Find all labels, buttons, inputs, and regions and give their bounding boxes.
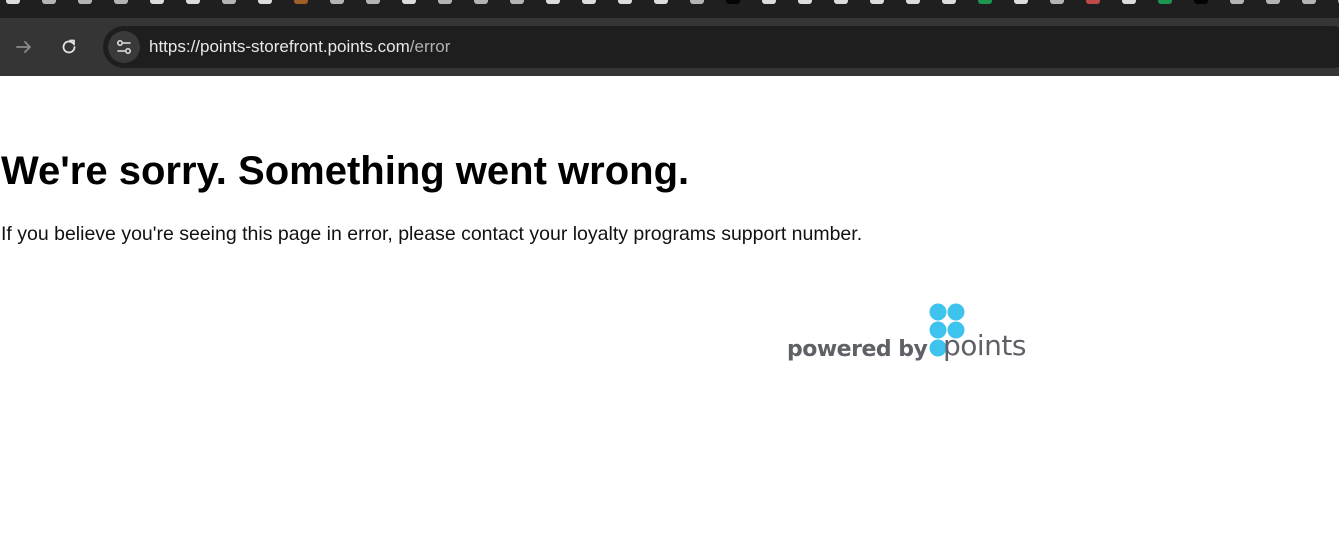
tab-favicon[interactable]	[330, 0, 344, 4]
tab-favicon[interactable]	[942, 0, 956, 4]
tab-favicon[interactable]	[402, 0, 416, 4]
url-host: https://points-storefront.points.com	[149, 37, 410, 56]
tab-favicon[interactable]	[42, 0, 56, 4]
tab-favicon[interactable]	[114, 0, 128, 4]
tab-favicon[interactable]	[1194, 0, 1208, 4]
error-heading: We're sorry. Something went wrong.	[1, 149, 690, 193]
powered-by-points-logo: powered by points	[786, 302, 1046, 372]
address-bar[interactable]: https://points-storefront.points.com/err…	[103, 26, 1339, 68]
tab-favicon[interactable]	[870, 0, 884, 4]
tune-icon	[117, 40, 131, 54]
tab-favicon[interactable]	[294, 0, 308, 4]
tab-favicon[interactable]	[1122, 0, 1136, 4]
tab-favicon[interactable]	[906, 0, 920, 4]
tab-favicon[interactable]	[546, 0, 560, 4]
tab-favicon[interactable]	[1158, 0, 1172, 4]
tab-favicon[interactable]	[582, 0, 596, 4]
reload-icon	[62, 39, 76, 54]
arrow-right-icon	[16, 41, 31, 53]
tab-favicon[interactable]	[1086, 0, 1100, 4]
tab-favicon[interactable]	[798, 0, 812, 4]
points-wordmark: points	[943, 329, 1027, 362]
tab-favicon[interactable]	[1302, 0, 1316, 4]
tab-favicon[interactable]	[762, 0, 776, 4]
tab-favicon[interactable]	[150, 0, 164, 4]
powered-by-label: powered by	[787, 337, 928, 362]
tab-favicon[interactable]	[366, 0, 380, 4]
tab-favicon[interactable]	[438, 0, 452, 4]
tab-favicons	[0, 0, 1339, 4]
tab-favicon[interactable]	[78, 0, 92, 4]
tab-favicon[interactable]	[510, 0, 524, 4]
tab-favicon[interactable]	[1050, 0, 1064, 4]
tab-favicon[interactable]	[1266, 0, 1280, 4]
tab-favicon[interactable]	[474, 0, 488, 4]
forward-button[interactable]	[7, 30, 41, 64]
tab-favicon[interactable]	[978, 0, 992, 4]
tab-favicon[interactable]	[726, 0, 740, 4]
tab-favicon[interactable]	[186, 0, 200, 4]
site-info-button[interactable]	[108, 31, 140, 63]
tab-favicon[interactable]	[690, 0, 704, 4]
tab-favicon[interactable]	[618, 0, 632, 4]
tab-favicon[interactable]	[6, 0, 20, 4]
tab-favicon[interactable]	[1014, 0, 1028, 4]
reload-button[interactable]	[52, 30, 86, 64]
tab-favicon[interactable]	[834, 0, 848, 4]
url-text[interactable]: https://points-storefront.points.com/err…	[149, 37, 450, 57]
error-message: If you believe you're seeing this page i…	[1, 223, 863, 245]
page-content: We're sorry. Something went wrong. If yo…	[0, 76, 1339, 558]
tab-favicon[interactable]	[222, 0, 236, 4]
tab-favicon[interactable]	[654, 0, 668, 4]
browser-toolbar: https://points-storefront.points.com/err…	[0, 18, 1339, 76]
tab-favicon[interactable]	[1230, 0, 1244, 4]
tab-strip	[0, 0, 1339, 18]
url-path: /error	[409, 37, 451, 56]
tab-favicon[interactable]	[258, 0, 272, 4]
